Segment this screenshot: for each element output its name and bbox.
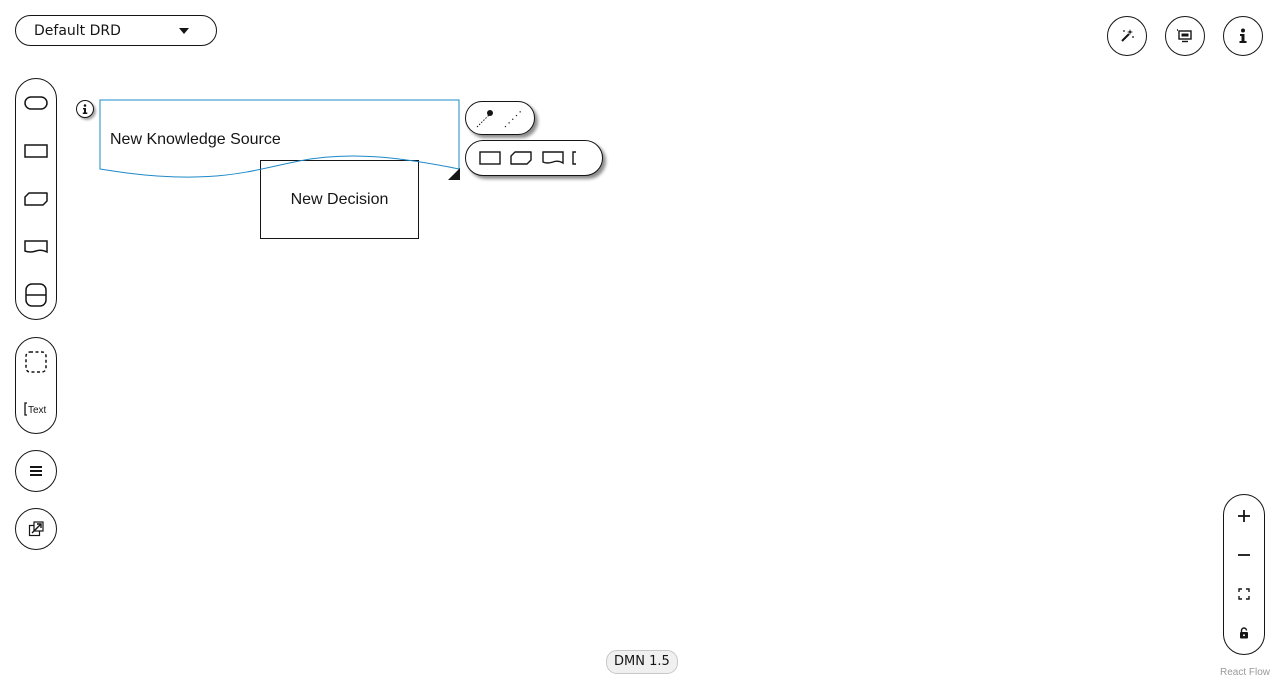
add-decision-button[interactable] bbox=[477, 145, 503, 171]
zoom-in-icon bbox=[1238, 510, 1250, 523]
overlays-button[interactable] bbox=[1165, 16, 1205, 56]
dmn-version-badge: DMN 1.5 bbox=[606, 650, 678, 674]
bkm-node-icon bbox=[510, 151, 532, 165]
add-bkm-button[interactable] bbox=[508, 145, 534, 171]
edge-toolbar bbox=[465, 101, 535, 135]
external-models-button[interactable] bbox=[15, 508, 57, 550]
zoom-out-button[interactable] bbox=[1226, 537, 1262, 573]
fit-view-button[interactable] bbox=[1226, 576, 1262, 612]
text-annotation-node-icon: Text bbox=[24, 402, 47, 416]
decision-service-node-icon bbox=[25, 283, 47, 307]
add-node-toolbar bbox=[465, 140, 603, 176]
zoom-in-button[interactable] bbox=[1226, 498, 1262, 534]
external-link-icon bbox=[28, 521, 44, 537]
zoom-out-icon bbox=[1238, 554, 1250, 557]
overlays-icon bbox=[1177, 29, 1192, 43]
bkm-node-icon bbox=[24, 192, 48, 206]
palette-item-decision-service[interactable] bbox=[16, 271, 56, 319]
info-icon bbox=[1239, 28, 1247, 43]
knowledge-source-node-icon bbox=[24, 240, 48, 254]
add-knowledge-source-button[interactable] bbox=[540, 145, 566, 171]
info-icon bbox=[82, 104, 88, 114]
auto-layout-button[interactable] bbox=[1107, 16, 1147, 56]
palette-item-group[interactable] bbox=[16, 338, 56, 386]
palette-item-decision[interactable] bbox=[16, 127, 56, 175]
group-node-icon bbox=[25, 351, 47, 373]
fit-view-icon bbox=[1238, 588, 1250, 600]
lock-icon bbox=[1240, 626, 1248, 639]
association-edge-button[interactable] bbox=[501, 105, 527, 131]
artifact-palette: Text bbox=[15, 337, 57, 434]
magic-wand-icon bbox=[1121, 29, 1134, 42]
chevron-down-icon bbox=[179, 28, 189, 34]
authority-requirement-edge-icon bbox=[476, 110, 493, 128]
drg-elements-list-button[interactable] bbox=[15, 450, 57, 492]
toggle-interactivity-button[interactable] bbox=[1226, 615, 1262, 651]
knowledge-source-node-label: New Knowledge Source bbox=[110, 131, 281, 148]
palette-item-input-data[interactable] bbox=[16, 79, 56, 127]
react-flow-attribution[interactable]: React Flow bbox=[1220, 667, 1270, 678]
input-data-node-icon bbox=[24, 96, 48, 110]
properties-panel-button[interactable] bbox=[1223, 16, 1263, 56]
zoom-controls bbox=[1223, 494, 1265, 655]
node-info-button[interactable] bbox=[76, 100, 94, 118]
authority-requirement-edge-button[interactable] bbox=[473, 105, 499, 131]
drd-selector-label: Default DRD bbox=[34, 22, 121, 39]
knowledge-source-node-icon bbox=[542, 151, 564, 165]
association-edge-icon bbox=[504, 108, 524, 128]
drd-selector[interactable]: Default DRD bbox=[15, 15, 217, 46]
decision-node-label: New Decision bbox=[290, 190, 389, 208]
decision-node-icon bbox=[24, 144, 48, 158]
palette-item-bkm[interactable] bbox=[16, 175, 56, 223]
text-annotation-node-icon bbox=[572, 151, 577, 165]
text-annotation-label: Text bbox=[28, 405, 47, 416]
list-icon bbox=[30, 466, 42, 476]
node-palette bbox=[15, 78, 57, 320]
palette-item-knowledge-source[interactable] bbox=[16, 223, 56, 271]
add-text-annotation-button[interactable] bbox=[571, 145, 591, 171]
resize-handle[interactable] bbox=[448, 168, 460, 180]
palette-item-text-annotation[interactable]: Text bbox=[16, 386, 56, 434]
decision-node-icon bbox=[479, 151, 501, 165]
